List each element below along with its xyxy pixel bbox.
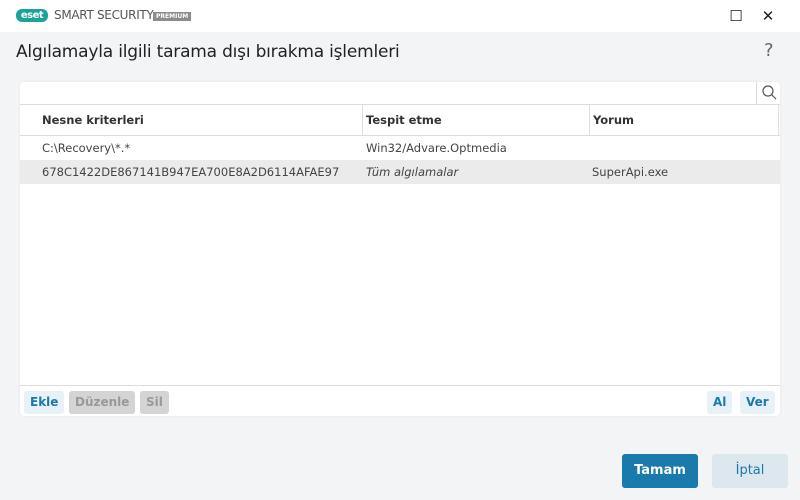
search-icon <box>762 85 777 100</box>
help-icon[interactable]: ? <box>764 40 774 61</box>
table-header: Nesne kriterleri Tespit etme Yorum <box>20 104 780 136</box>
comment-cell: SuperApi.exe <box>592 165 669 179</box>
export-button[interactable]: Ver <box>740 391 775 414</box>
ok-button[interactable]: Tamam <box>622 454 698 488</box>
object-cell: C:\Recovery\*.* <box>42 141 131 155</box>
edit-button[interactable]: Düzenle <box>69 391 136 414</box>
close-button[interactable]: ✕ <box>758 6 778 26</box>
search-button[interactable] <box>756 82 780 104</box>
detection-cell: Win32/Advare.Optmedia <box>366 141 507 155</box>
edition-badge: PREMIUM <box>153 12 192 21</box>
cancel-button[interactable]: İptal <box>712 454 788 488</box>
table-row[interactable]: 678C1422DE867141B947EA700E8A2D6114AFAE97… <box>20 160 780 184</box>
detection-cell: Tüm algılamalar <box>366 165 459 179</box>
table-row[interactable]: C:\Recovery\*.* Win32/Advare.Optmedia <box>20 136 780 160</box>
exclusions-panel: Nesne kriterleri Tespit etme Yorum C:\Re… <box>20 82 780 416</box>
eset-logo: eset <box>16 9 48 22</box>
column-header-detection[interactable]: Tespit etme <box>362 105 589 136</box>
title-bar: eset SMART SECURITY PREMIUM ☐ ✕ <box>0 0 800 32</box>
delete-button[interactable]: Sil <box>140 391 169 414</box>
page-title: Algılamayla ilgili tarama dışı bırakma i… <box>16 42 400 62</box>
import-button[interactable]: Al <box>707 391 733 414</box>
add-button[interactable]: Ekle <box>24 391 65 414</box>
product-name: SMART SECURITY <box>54 8 154 22</box>
column-header-object[interactable]: Nesne kriterleri <box>42 105 144 136</box>
table-toolbar: Ekle Düzenle Sil Al Ver <box>20 385 780 416</box>
column-header-comment[interactable]: Yorum <box>589 105 779 136</box>
maximize-button[interactable]: ☐ <box>726 6 746 26</box>
object-cell: 678C1422DE867141B947EA700E8A2D6114AFAE97 <box>42 165 340 179</box>
